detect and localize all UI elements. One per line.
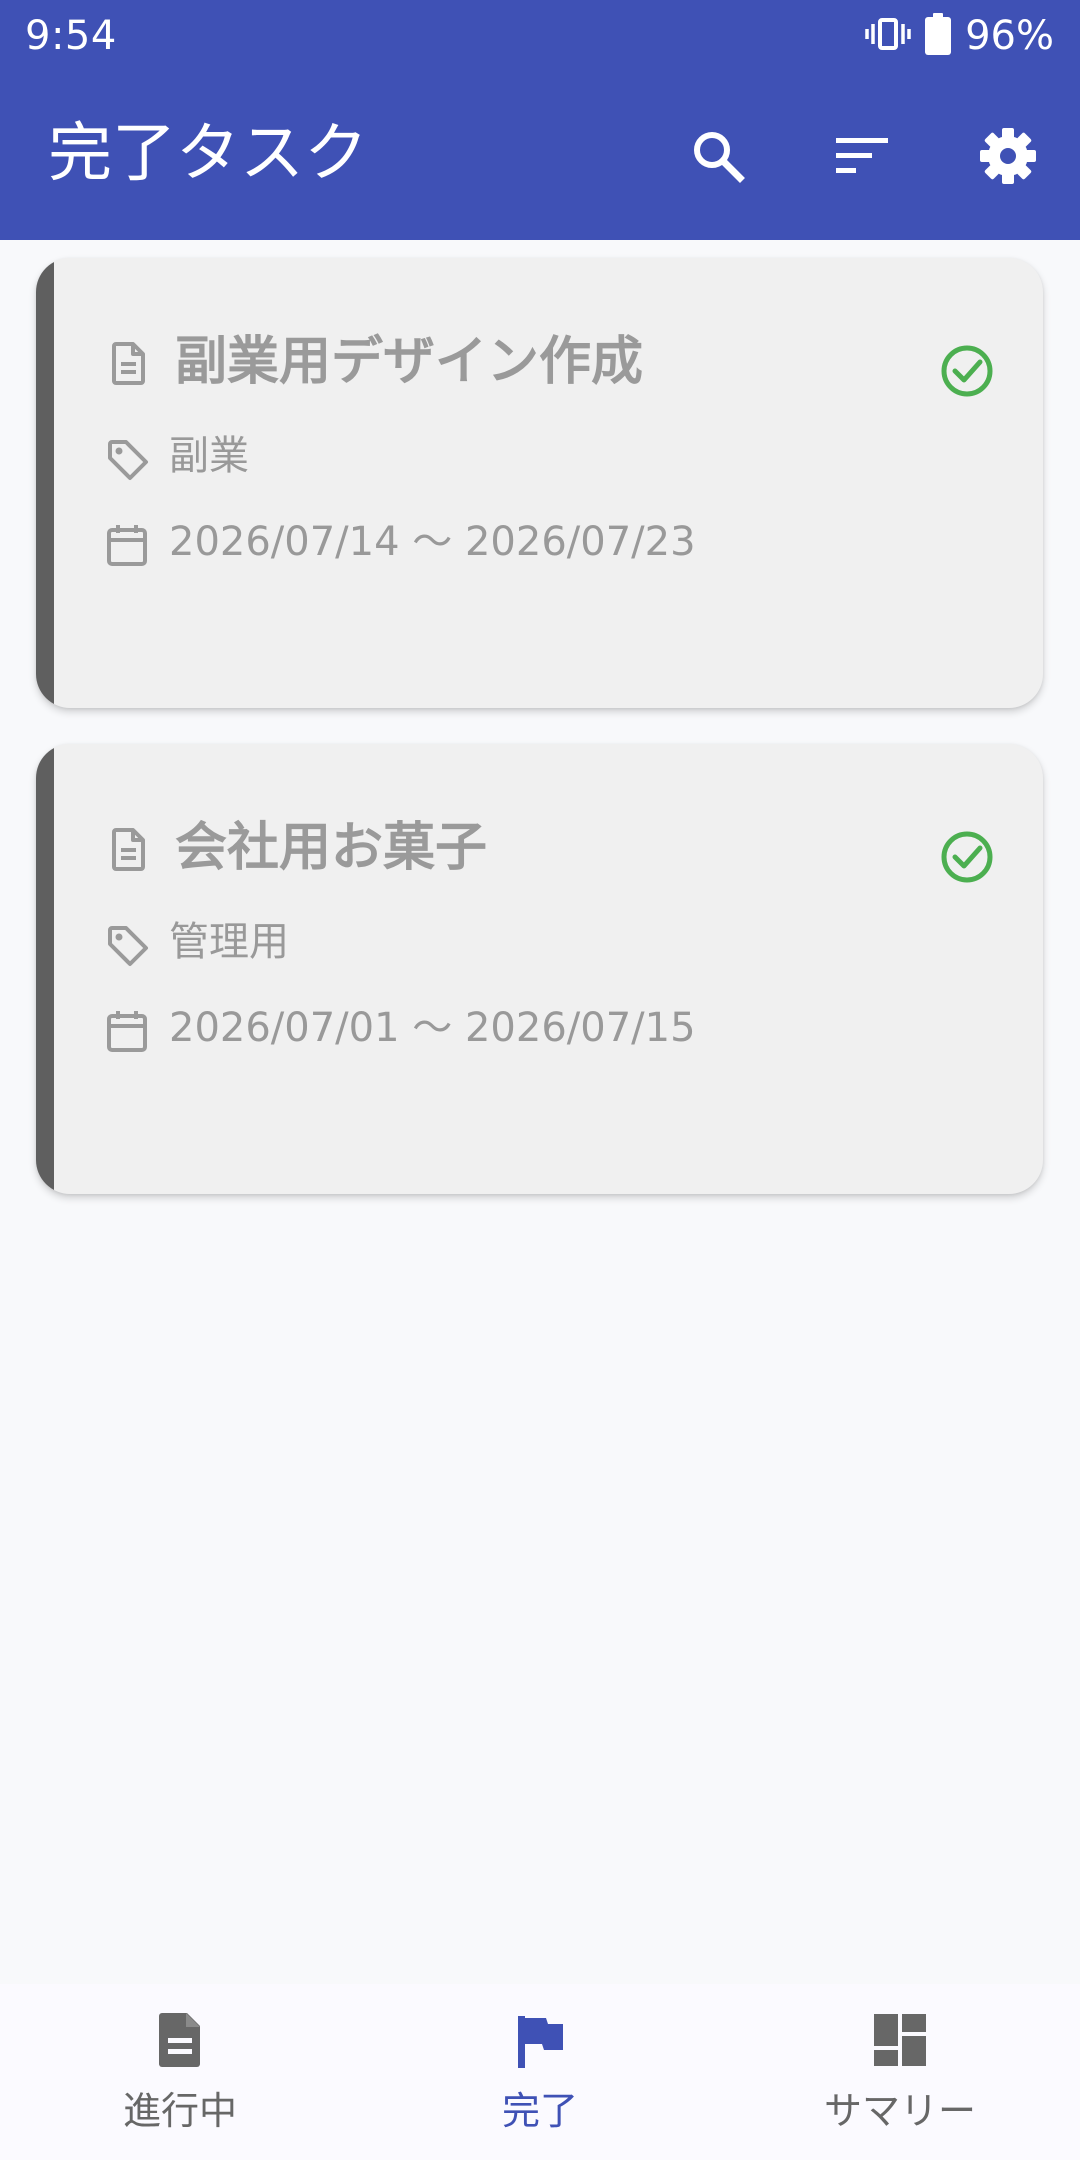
task-date-range: 2026/07/14 〜 2026/07/23 [169,519,696,565]
dashboard-icon [874,2014,926,2066]
task-card-surface: 会社用お菓子 管理用 2026/07/01 〜 2026/07/15 [36,744,1043,1194]
nav-item-completed[interactable]: 完了 [360,1984,720,2160]
calendar-icon [107,525,147,566]
tag-icon [108,440,148,480]
document-icon [159,2013,200,2067]
battery-percent: 96% [965,13,1054,59]
settings-button[interactable] [968,116,1048,196]
task-card[interactable]: 副業用デザイン作成 副業 2026/07/14 〜 2026/07/23 [36,258,1043,708]
calendar-icon [107,1011,147,1052]
card-accent-bar [36,744,54,1194]
search-icon [694,132,745,183]
page-title: 完了タスク [48,117,368,191]
nav-label: サマリー [823,2089,976,2133]
document-icon [112,342,145,385]
sort-icon [836,138,888,173]
app-bar: 完了タスク [0,74,1080,240]
flag-icon [518,2016,563,2068]
vibrate-icon [865,14,911,58]
bottom-navigation: 進行中 完了 サマリー [0,1984,1080,2160]
task-title: 副業用デザイン作成 [175,332,644,392]
nav-item-in-progress[interactable]: 進行中 [0,1984,360,2160]
task-title: 会社用お菓子 [175,818,488,878]
task-date-range: 2026/07/01 〜 2026/07/15 [169,1005,696,1051]
tag-icon [108,926,148,966]
task-tag: 管理用 [169,919,289,965]
card-accent-bar [36,258,54,708]
nav-label: 完了 [501,2089,578,2133]
document-icon [112,828,145,871]
completed-check-icon [941,831,993,883]
status-icons: 96% [865,12,1054,60]
nav-label: 進行中 [122,2089,237,2133]
task-tag: 副業 [169,433,249,479]
sort-button[interactable] [822,116,902,196]
completed-check-icon [941,345,993,397]
task-card[interactable]: 会社用お菓子 管理用 2026/07/01 〜 2026/07/15 [36,744,1043,1194]
header-background: 9:54 96% 完了タスク [0,0,1080,240]
battery-icon [925,13,952,59]
status-time: 9:54 [25,13,117,59]
status-bar: 9:54 96% [0,0,1080,74]
search-button[interactable] [678,116,758,196]
task-card-surface: 副業用デザイン作成 副業 2026/07/14 〜 2026/07/23 [36,258,1043,708]
settings-icon [980,128,1036,184]
nav-item-summary[interactable]: サマリー [720,1984,1080,2160]
